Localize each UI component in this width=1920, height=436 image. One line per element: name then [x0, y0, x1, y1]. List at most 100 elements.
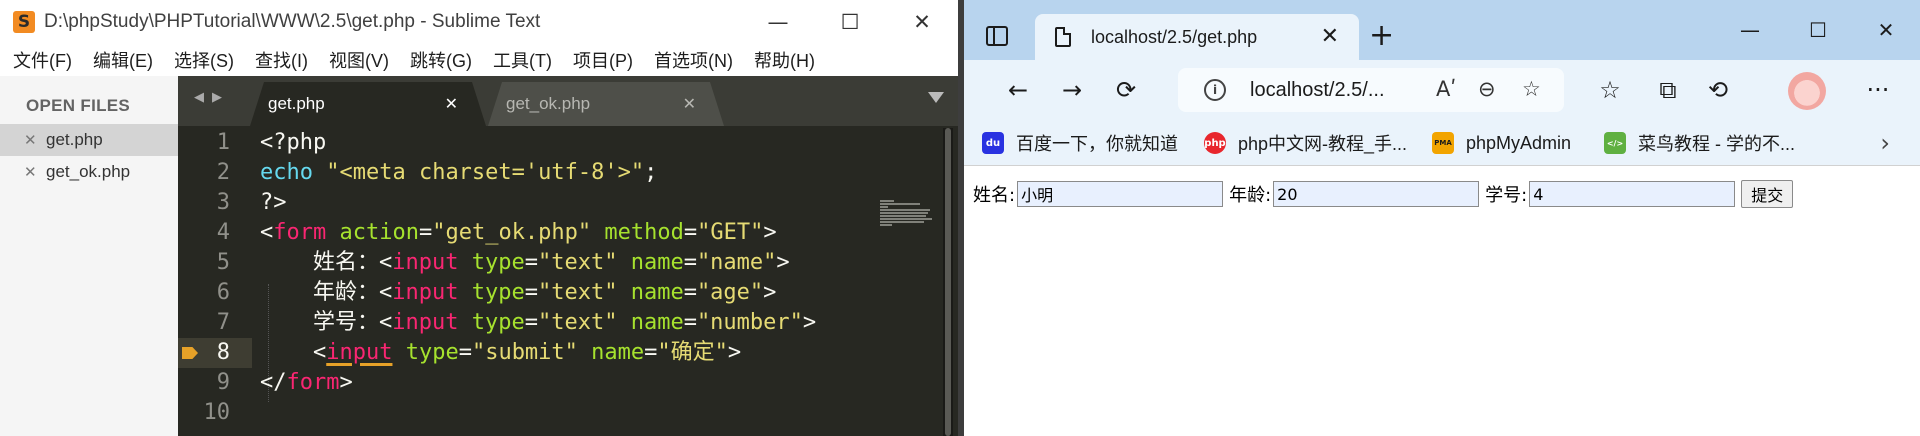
address-url[interactable]: localhost/2.5/...: [1250, 79, 1385, 102]
student-form: 姓名: 年龄: 学号: 提交: [973, 180, 1794, 208]
sidebar-file-get-ok-php[interactable]: ✕ get_ok.php: [0, 156, 178, 188]
browser-window-controls: — ☐ ✕: [1716, 0, 1920, 60]
tab-close-icon[interactable]: ✕: [445, 94, 458, 114]
sublime-window-controls: — ☐ ✕: [742, 0, 958, 44]
code-line-2: echo "<meta charset='utf-8'>";: [260, 160, 658, 185]
tab-get-php[interactable]: get.php ✕: [250, 82, 486, 126]
menu-preferences[interactable]: 首选项(N): [654, 47, 733, 73]
menu-selection[interactable]: 选择(S): [174, 47, 234, 73]
bookmark-runoob[interactable]: </> 菜鸟教程 - 学的不...: [1604, 120, 1795, 166]
refresh-icon[interactable]: ⟳: [1110, 74, 1142, 106]
sidebar-file-label: get_ok.php: [46, 162, 131, 181]
sublime-window: S D:\phpStudy\PHPTutorial\WWW\2.5\get.ph…: [0, 0, 958, 436]
sublime-editor: ◀▶ get_ok.php ✕ get.php ✕ 1 2 3 4 5 6 7 …: [178, 76, 958, 436]
browser-tab-title: localhost/2.5/get.php: [1091, 26, 1258, 47]
line-number-gutter: 1 2 3 4 5 6 7 8 9 10: [178, 126, 252, 436]
name-input[interactable]: [1017, 181, 1224, 207]
menu-find[interactable]: 查找(I): [255, 47, 308, 73]
bookmark-php-cn[interactable]: php php中文网-教程_手...: [1204, 120, 1407, 166]
profile-avatar[interactable]: [1788, 72, 1826, 110]
minimap[interactable]: [880, 200, 936, 230]
code-line-9: </form>: [260, 370, 353, 395]
close-file-icon[interactable]: ✕: [24, 163, 46, 181]
line-number: 2: [216, 160, 230, 185]
line-number: 6: [216, 280, 230, 305]
maximize-button[interactable]: ☐: [814, 0, 886, 44]
tab-nav-arrows-icon[interactable]: ◀▶: [194, 89, 230, 105]
tab-label: get.php: [268, 94, 325, 113]
code-line-5: 姓名：<input type="text" name="name">: [312, 250, 790, 275]
bookmark-label: 菜鸟教程 - 学的不...: [1638, 134, 1795, 154]
add-favorite-icon[interactable]: ☆: [1522, 77, 1541, 101]
submit-button[interactable]: 提交: [1741, 180, 1794, 208]
sublime-logo-icon: S: [13, 11, 35, 33]
close-file-icon[interactable]: ✕: [24, 131, 46, 149]
number-input[interactable]: [1529, 181, 1736, 207]
page-content: 姓名: 年龄: 学号: 提交: [964, 166, 1920, 436]
close-button[interactable]: ✕: [1852, 0, 1920, 60]
minimize-button[interactable]: —: [742, 0, 814, 44]
phpmyadmin-icon: PMA: [1432, 132, 1454, 154]
tab-actions-icon[interactable]: [986, 26, 1008, 46]
code-line-7: 学号：<input type="text" name="number">: [312, 310, 817, 335]
close-button[interactable]: ✕: [886, 0, 958, 44]
forward-icon[interactable]: →: [1056, 74, 1088, 106]
code-area[interactable]: <?php echo "<meta charset='utf-8'>"; ?> …: [260, 126, 940, 436]
menu-help[interactable]: 帮助(H): [754, 47, 815, 73]
page-icon: [1055, 27, 1071, 47]
code-line-1: <?php: [260, 130, 327, 155]
site-info-icon[interactable]: i: [1204, 79, 1226, 101]
maximize-button[interactable]: ☐: [1784, 0, 1852, 60]
age-input[interactable]: [1273, 181, 1480, 207]
tab-overflow-menu-icon[interactable]: [928, 92, 944, 103]
back-icon[interactable]: ←: [1002, 74, 1034, 106]
editor-scrollbar[interactable]: [943, 128, 953, 436]
number-label: 学号:: [1485, 185, 1528, 206]
sidebar-file-get-php[interactable]: ✕ get.php: [0, 124, 178, 156]
tab-get-ok-php[interactable]: get_ok.php ✕: [488, 82, 724, 126]
browser-tab-active[interactable]: localhost/2.5/get.php ✕: [1035, 14, 1359, 60]
bookmark-label: phpMyAdmin: [1466, 132, 1572, 153]
sidebar-file-label: get.php: [46, 130, 103, 149]
tab-close-icon[interactable]: ✕: [683, 94, 696, 114]
browser-toolbar: ← → ⟳ i localhost/2.5/... Aʹ ⊖ ☆ ☆ ⧉ ⟲ ·…: [964, 60, 1920, 120]
age-label: 年龄:: [1229, 185, 1272, 206]
history-icon[interactable]: ⟲: [1702, 74, 1734, 106]
code-line-8: <input type="submit" name="确定">: [312, 340, 742, 365]
tab-label: get_ok.php: [506, 94, 591, 113]
favorites-icon[interactable]: ☆: [1594, 74, 1626, 106]
sublime-menu-bar: 文件(F) 编辑(E) 选择(S) 查找(I) 视图(V) 跳转(G) 工具(T…: [0, 44, 958, 76]
menu-goto[interactable]: 跳转(G): [410, 47, 472, 73]
code-line-4: <form action="get_ok.php" method="GET">: [260, 220, 777, 245]
menu-file[interactable]: 文件(F): [13, 47, 72, 73]
line-number: 9: [216, 370, 230, 395]
menu-edit[interactable]: 编辑(E): [93, 47, 153, 73]
code-line-3: ?>: [260, 190, 287, 215]
scrollbar-thumb[interactable]: [945, 128, 951, 436]
new-tab-icon[interactable]: +: [1369, 18, 1394, 53]
read-aloud-icon[interactable]: Aʹ: [1436, 77, 1456, 101]
line-number: 5: [216, 250, 230, 275]
collections-icon[interactable]: ⧉: [1652, 74, 1684, 106]
zoom-out-icon[interactable]: ⊖: [1478, 77, 1496, 101]
runoob-icon: </>: [1604, 132, 1626, 154]
address-bar[interactable]: i localhost/2.5/... Aʹ ⊖ ☆: [1178, 68, 1564, 112]
sublime-sidebar: OPEN FILES ✕ get.php ✕ get_ok.php: [0, 76, 178, 436]
menu-view[interactable]: 视图(V): [329, 47, 389, 73]
chevron-right-icon[interactable]: ›: [1880, 129, 1890, 157]
line-number: 7: [216, 310, 230, 335]
more-menu-icon[interactable]: ···: [1862, 74, 1894, 106]
menu-project[interactable]: 项目(P): [573, 47, 633, 73]
bookmark-baidu[interactable]: du 百度一下，你就知道: [982, 120, 1178, 166]
browser-window: localhost/2.5/get.php ✕ + — ☐ ✕ ← → ⟳ i …: [964, 0, 1920, 436]
bookmark-label: php中文网-教程_手...: [1238, 134, 1408, 154]
open-files-header: OPEN FILES: [26, 96, 131, 115]
sublime-tab-bar: ◀▶ get_ok.php ✕ get.php ✕: [178, 76, 958, 126]
line-number: 3: [216, 190, 230, 215]
minimize-button[interactable]: —: [1716, 0, 1784, 60]
bookmark-phpmyadmin[interactable]: PMA phpMyAdmin: [1432, 120, 1571, 166]
line-number: 1: [216, 130, 230, 155]
menu-tools[interactable]: 工具(T): [493, 47, 552, 73]
tab-close-icon[interactable]: ✕: [1321, 24, 1339, 49]
baidu-icon: du: [982, 132, 1004, 154]
